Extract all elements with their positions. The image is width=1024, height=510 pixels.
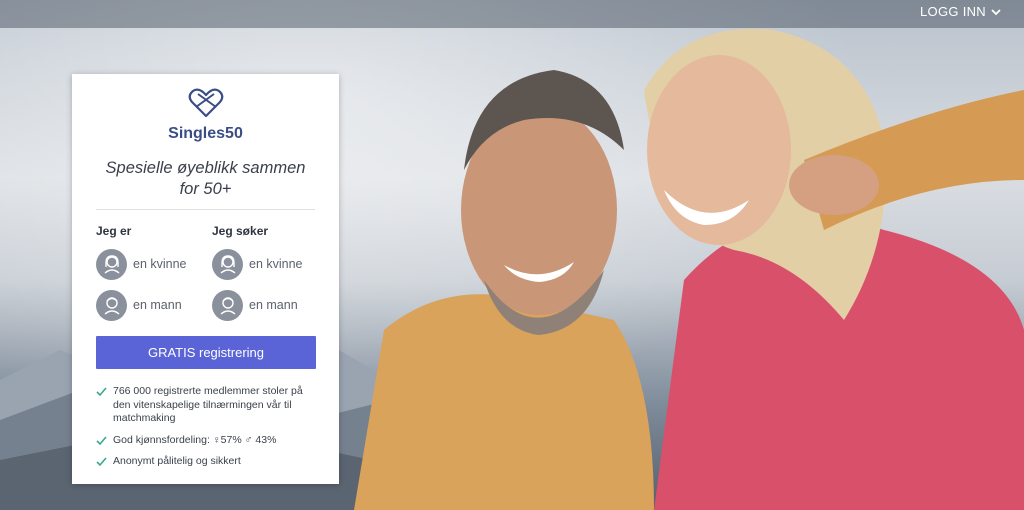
login-label: LOGG INN	[920, 4, 986, 19]
brand-logo[interactable]: Singles50	[72, 88, 339, 143]
benefit-text: Anonymt pålitelig og sikkert	[113, 455, 241, 467]
benefit-item: 766 000 registrerte medlemmer stoler på …	[96, 385, 321, 426]
chevron-down-icon	[991, 8, 1001, 15]
checkmark-icon	[96, 387, 107, 397]
woman-avatar-icon	[96, 248, 127, 280]
divider	[96, 209, 315, 210]
signup-card: Singles50 Spesielle øyeblikk sammen for …	[72, 74, 339, 484]
checkmark-icon	[96, 457, 107, 467]
woman-avatar-icon	[212, 248, 243, 280]
benefits-list: 766 000 registrerte medlemmer stoler på …	[96, 385, 321, 477]
option-label: en kvinne	[133, 257, 187, 271]
tagline: Spesielle øyeblikk sammen for 50+	[105, 159, 306, 198]
heart-logo-icon	[188, 88, 223, 118]
benefit-item: Anonymt pålitelig og sikkert	[96, 455, 321, 469]
i-am-woman-option[interactable]: en kvinne	[96, 248, 206, 280]
free-registration-button[interactable]: GRATIS registrering	[96, 336, 316, 369]
i-am-heading: Jeg er	[96, 224, 132, 238]
seeking-man-option[interactable]: en mann	[212, 289, 322, 321]
option-label: en mann	[133, 298, 182, 312]
man-avatar-icon	[96, 289, 127, 321]
login-button[interactable]: LOGG INN	[920, 4, 1002, 19]
option-label: en mann	[249, 298, 298, 312]
benefit-item: God kjønnsfordeling: ♀57% ♂ 43%	[96, 434, 321, 448]
couple-photo	[354, 28, 1024, 510]
top-bar: LOGG INN	[0, 0, 1024, 28]
benefit-text: God kjønnsfordeling: ♀57% ♂ 43%	[113, 433, 277, 446]
man-avatar-icon	[212, 289, 243, 321]
seeking-woman-option[interactable]: en kvinne	[212, 248, 322, 280]
seeking-heading: Jeg søker	[212, 224, 269, 238]
option-label: en kvinne	[249, 257, 303, 271]
seeking-group: Jeg søker en kvinne en mann	[212, 224, 322, 330]
i-am-man-option[interactable]: en mann	[96, 289, 206, 321]
brand-name: Singles50	[168, 125, 243, 142]
checkmark-icon	[96, 435, 107, 445]
i-am-group: Jeg er en kvinne en mann	[96, 224, 206, 330]
benefit-text: 766 000 registrerte medlemmer stoler på …	[113, 385, 303, 424]
